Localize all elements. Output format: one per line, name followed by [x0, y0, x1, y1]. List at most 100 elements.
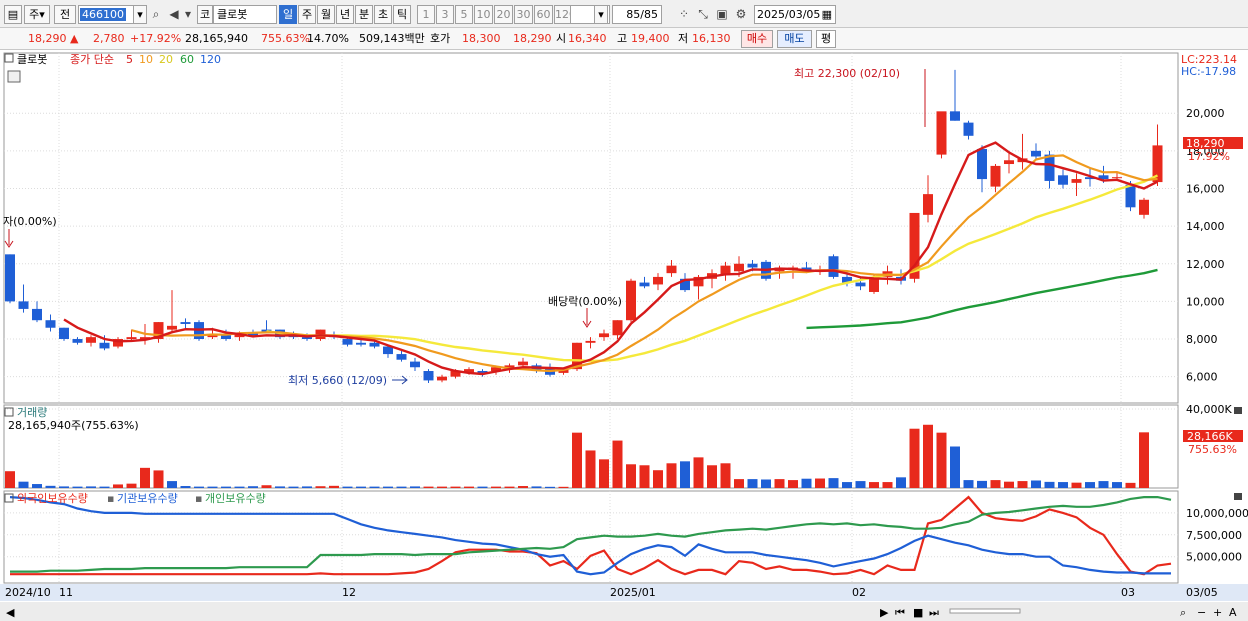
x-label-mar: 03 [1121, 586, 1135, 599]
candle-body [626, 280, 636, 321]
candle-body [1031, 150, 1041, 157]
period-button[interactable]: 주 [298, 5, 316, 24]
candle-body [923, 194, 933, 215]
volume-bar [680, 461, 690, 488]
prev-button[interactable]: 전 [54, 5, 76, 24]
volume-bar [329, 485, 339, 488]
volume-panel-close-icon[interactable] [1234, 407, 1242, 414]
volume-bar [950, 446, 960, 488]
stop-icon[interactable]: ■ [913, 606, 923, 619]
avg-button[interactable]: 평 [816, 30, 836, 48]
count-field[interactable]: 85/85 [612, 5, 662, 24]
volume-tag-value: 28,166K [1187, 430, 1233, 443]
gear-icon[interactable]: ⚙ [733, 6, 749, 23]
candle-body [1058, 175, 1068, 185]
ma10-label: 10 [139, 53, 153, 66]
volume-bar [734, 479, 744, 488]
candle-body [1071, 179, 1082, 183]
font-size-icon[interactable]: A [1229, 606, 1237, 619]
calendar-icon[interactable]: ▦ [822, 6, 832, 23]
panel-stock-name: 클로봇 [17, 53, 47, 66]
volume-bar [936, 432, 947, 488]
interval-button[interactable]: 5 [455, 5, 473, 24]
candle-body [99, 342, 110, 349]
volume-bar [842, 482, 852, 488]
candle-body [977, 148, 987, 180]
zoom-slider[interactable] [949, 608, 1021, 614]
holding-tick-label: 7,500,000 [1186, 529, 1242, 542]
search-icon[interactable]: ⌕ [148, 6, 164, 23]
scroll-right-icon[interactable]: ▶ [880, 606, 889, 619]
interval-button[interactable]: 20 [494, 5, 513, 24]
sell-button[interactable]: 매도 [777, 30, 812, 48]
open-label: 시 [556, 32, 567, 45]
price-tag-value: 18,290 [1186, 137, 1225, 150]
speaker-dropdown-icon[interactable]: ▾ [183, 6, 193, 23]
stock-chart[interactable]: 6,0008,00010,00012,00014,00016,00018,000… [0, 51, 1248, 621]
candle-body [59, 327, 69, 340]
legend-sep-2: ▪ [195, 492, 202, 505]
candle-body [221, 335, 231, 340]
interval-button[interactable]: 1 [417, 5, 435, 24]
hc-value: HC:-17.98 [1181, 65, 1236, 78]
buy-button[interactable]: 매수 [741, 30, 773, 48]
zoom-search-icon[interactable]: ⌕ [1180, 606, 1186, 619]
dots-icon[interactable]: ⁘ [676, 6, 692, 23]
scroll-left-icon[interactable]: ◀ [6, 606, 15, 619]
interval-button[interactable]: 3 [436, 5, 454, 24]
code-dropdown-icon[interactable]: ▾ [133, 5, 147, 24]
volume-bar [1085, 482, 1095, 488]
volume-bar [1044, 481, 1055, 488]
volume-bar [1071, 482, 1082, 488]
candle-body [950, 111, 960, 121]
period-button[interactable]: 일 [279, 5, 297, 24]
holding-tick-label: 5,000,000 [1186, 551, 1242, 564]
interval-button[interactable]: 10 [474, 5, 493, 24]
period-button[interactable]: 분 [355, 5, 373, 24]
date-field[interactable]: 2025/03/05 ▦ [754, 5, 836, 24]
rewind-icon[interactable]: ⏮ [895, 606, 905, 619]
volume-bar [1112, 482, 1122, 488]
volume-bar [1058, 482, 1068, 488]
candle-body [437, 376, 447, 381]
volume-bar [194, 486, 204, 488]
period-button[interactable]: 월 [317, 5, 335, 24]
chart-type-select[interactable]: 주▾ [24, 5, 50, 24]
stock-name-field[interactable]: 클로봇 [213, 5, 277, 24]
window-menu-icon[interactable]: ▤ [4, 5, 22, 24]
speaker-icon[interactable]: ◀ [166, 6, 182, 23]
ask-label: 호가 [430, 32, 451, 45]
zoom-out-icon[interactable]: − [1197, 606, 1206, 619]
interval-button[interactable]: 30 [514, 5, 533, 24]
price-tick-label: 8,000 [1186, 333, 1218, 346]
period-button[interactable]: 년 [336, 5, 354, 24]
candle-body [5, 254, 15, 302]
zoom-in-icon[interactable]: + [1213, 606, 1222, 619]
period-button[interactable]: 초 [374, 5, 392, 24]
fast-forward-icon[interactable]: ⏭ [929, 606, 939, 619]
candle-body [180, 322, 191, 324]
turnover-rate: 14.70% [307, 32, 349, 45]
price-tick-label: 10,000 [1186, 295, 1225, 308]
save-icon[interactable]: ▣ [714, 6, 730, 23]
candle-body [356, 342, 366, 345]
ma20-label: 20 [159, 53, 173, 66]
volume-bar [761, 479, 771, 488]
scroll-bar[interactable] [0, 602, 1248, 621]
volume-bar [923, 424, 933, 488]
table-toggle-icon[interactable] [7, 70, 21, 83]
code-input[interactable]: 466100 [78, 5, 138, 24]
interval-dropdown-icon[interactable]: ▾ [594, 5, 608, 24]
holding-panel-close-icon[interactable] [1234, 493, 1242, 500]
code-value: 466100 [80, 8, 126, 21]
volume-bar [1098, 481, 1109, 488]
period-button[interactable]: 틱 [393, 5, 411, 24]
candle-body [612, 320, 623, 336]
candle-body [585, 340, 596, 343]
cursor-cross-icon[interactable]: ⤡ [695, 6, 711, 23]
volume-bar [707, 465, 717, 488]
volume-bar [531, 486, 542, 488]
price-tick-label: 14,000 [1186, 220, 1225, 233]
interval-button[interactable]: 60 [534, 5, 553, 24]
legend-institution: 기관보유수량 [117, 492, 178, 505]
